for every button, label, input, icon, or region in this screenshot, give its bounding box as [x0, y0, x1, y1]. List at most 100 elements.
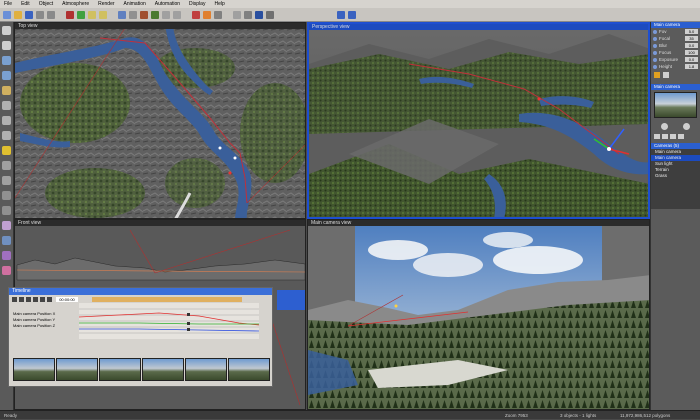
next-frame-icon[interactable] — [40, 296, 45, 302]
new-icon[interactable] — [3, 10, 11, 19]
camera-tool-icon[interactable] — [2, 161, 11, 170]
view-single-icon[interactable] — [337, 10, 345, 19]
rotate-tool-icon[interactable] — [2, 71, 11, 80]
blur-field[interactable]: 0.0 — [685, 43, 698, 48]
group-icon[interactable] — [214, 10, 222, 19]
move-tool-icon[interactable] — [2, 56, 11, 65]
fov-field[interactable]: 5.0 — [685, 29, 698, 34]
rewind-icon[interactable] — [12, 296, 17, 302]
menu-item-render[interactable]: Render — [98, 1, 114, 7]
fov-icon — [653, 29, 657, 34]
viewport-title: Main camera view — [308, 220, 649, 226]
grid-icon[interactable] — [233, 10, 241, 19]
keyframe-thumbnail[interactable] — [142, 358, 184, 381]
top-viewport[interactable]: Top view — [14, 22, 306, 219]
keyframe-thumbnail[interactable] — [56, 358, 98, 381]
fov-row: Fov 5.0 — [651, 28, 700, 35]
brush-tool-icon[interactable] — [2, 206, 11, 215]
main-toolbar — [0, 8, 700, 22]
orbit-icon[interactable] — [661, 122, 669, 130]
cube-icon[interactable] — [162, 10, 170, 19]
preview-controls — [651, 120, 700, 132]
menu-item-animation[interactable]: Animation — [124, 1, 146, 7]
perspective-viewport[interactable]: Perspective view — [307, 22, 650, 219]
atmosphere-tool-icon[interactable] — [2, 266, 11, 275]
view-button-icon[interactable] — [678, 133, 684, 139]
sphere-icon[interactable] — [129, 10, 137, 19]
play-icon[interactable] — [33, 296, 38, 302]
time-field[interactable]: 00:00:00 — [56, 296, 78, 302]
cylinder-icon[interactable] — [173, 10, 181, 19]
stop-icon[interactable] — [26, 296, 31, 302]
track-list: Main camera Position X Main camera Posit… — [9, 303, 79, 339]
menu-item-object[interactable]: Object — [39, 1, 53, 7]
menu-item-display[interactable]: Display — [189, 1, 205, 7]
material-tool-icon[interactable] — [2, 221, 11, 230]
keyframe-thumbnail[interactable] — [228, 358, 270, 381]
menu-item-automation[interactable]: Automation — [155, 1, 180, 7]
keyframe-thumbnail[interactable] — [13, 358, 55, 381]
terrain-icon[interactable] — [77, 10, 85, 19]
exposure-field[interactable]: 0.0 — [685, 57, 698, 62]
eyedropper-tool-icon[interactable] — [2, 191, 11, 200]
focus-icon — [653, 50, 657, 55]
sphere-tool-icon[interactable] — [2, 251, 11, 260]
view-button-icon[interactable] — [662, 133, 668, 139]
settings-icon[interactable] — [266, 10, 274, 19]
light-icon[interactable] — [99, 10, 107, 19]
camera-preview[interactable] — [654, 92, 697, 118]
text-tool-icon[interactable] — [2, 41, 11, 50]
layout-icon[interactable] — [255, 10, 263, 19]
material-icon[interactable] — [203, 10, 211, 19]
track-graph[interactable] — [79, 303, 259, 339]
scale-tool-icon[interactable] — [2, 86, 11, 95]
wireframe-icon[interactable] — [244, 10, 252, 19]
plant-icon[interactable] — [151, 10, 159, 19]
view-button-icon[interactable] — [670, 133, 676, 139]
end-icon[interactable] — [47, 296, 52, 302]
rock-icon[interactable] — [140, 10, 148, 19]
preview-header: Main camera — [651, 84, 700, 90]
zoom-tool-icon[interactable] — [2, 131, 11, 140]
track-label[interactable]: Main camera Position Z — [9, 323, 79, 329]
main-camera-viewport[interactable]: Main camera view — [307, 219, 650, 410]
undo-icon[interactable] — [36, 10, 44, 19]
paint-tool-icon[interactable] — [2, 101, 11, 110]
view-buttons — [651, 132, 700, 140]
prev-frame-icon[interactable] — [19, 296, 24, 302]
select-tool-icon[interactable] — [2, 26, 11, 35]
options-icon[interactable] — [663, 72, 669, 78]
camera-properties-panel: Main camera Fov 5.0 Focal 35 Blur 0.0 Fo… — [650, 22, 700, 419]
height-field[interactable]: 1.8 — [685, 64, 698, 69]
link-tool-icon[interactable] — [2, 176, 11, 185]
keyframe-icon[interactable] — [654, 72, 660, 78]
save-icon[interactable] — [25, 10, 33, 19]
light-tool-icon[interactable] — [2, 146, 11, 155]
open-icon[interactable] — [14, 10, 22, 19]
view-button-icon[interactable] — [654, 133, 660, 139]
menu-item-help[interactable]: Help — [214, 1, 224, 7]
view-quad-icon[interactable] — [348, 10, 356, 19]
focal-field[interactable]: 35 — [685, 36, 698, 41]
hand-tool-icon[interactable] — [2, 116, 11, 125]
focus-label: Focus — [659, 50, 672, 55]
color-wheel-icon[interactable] — [192, 10, 200, 19]
top-view-terrain — [15, 23, 305, 218]
menu-item-file[interactable]: File — [4, 1, 12, 7]
redo-icon[interactable] — [47, 10, 55, 19]
keyframe-thumbnail[interactable] — [185, 358, 227, 381]
focus-field[interactable]: 100 — [685, 50, 698, 55]
timeline-window[interactable]: Timeline 00:00:00 Main camera Position X… — [8, 287, 273, 387]
pan-icon[interactable] — [682, 122, 690, 130]
sun-icon[interactable] — [88, 10, 96, 19]
cloud-icon[interactable] — [118, 10, 126, 19]
menu-item-atmosphere[interactable]: Atmosphere — [62, 1, 89, 7]
focal-icon — [653, 36, 657, 41]
perspective-terrain — [309, 24, 648, 217]
keyframe-thumbnail[interactable] — [99, 358, 141, 381]
network-tool-icon[interactable] — [2, 236, 11, 245]
tree-item[interactable]: Grass — [651, 173, 700, 179]
render-icon[interactable] — [66, 10, 74, 19]
time-ruler[interactable] — [92, 296, 242, 302]
menu-item-edit[interactable]: Edit — [21, 1, 30, 7]
